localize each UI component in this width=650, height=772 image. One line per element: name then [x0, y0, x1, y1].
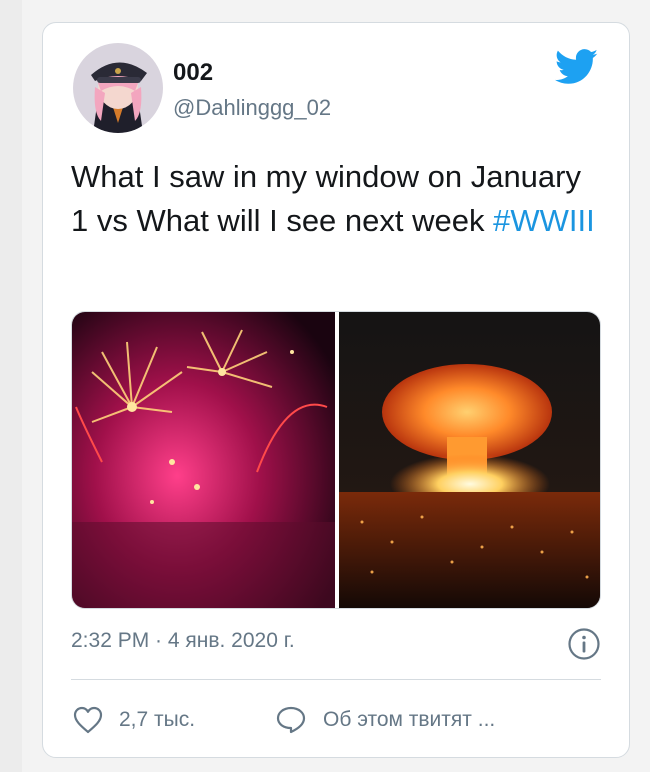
fireworks-image: [72, 312, 335, 608]
user-handle[interactable]: @Dahlinggg_02: [173, 95, 331, 121]
avatar[interactable]: [73, 43, 163, 133]
hashtag-link[interactable]: #WWIII: [493, 203, 595, 238]
divider: [71, 679, 601, 680]
discussion-link[interactable]: Об этом твитят ...: [275, 705, 495, 735]
info-icon[interactable]: [567, 627, 601, 661]
display-name[interactable]: 002: [173, 59, 213, 87]
like-button[interactable]: 2,7 тыс.: [73, 705, 195, 735]
tweet-timestamp[interactable]: 2:32 PM · 4 янв. 2020 г.: [71, 629, 295, 653]
explosion-image: [339, 312, 600, 608]
tweet-card: 002 @Dahlinggg_02 What I saw in my windo…: [42, 22, 630, 758]
discussion-label: Об этом твитят ...: [323, 708, 496, 731]
heart-icon: [73, 706, 103, 734]
tweet-text: What I saw in my window on January 1 vs …: [71, 155, 601, 243]
like-count: 2,7 тыс.: [119, 708, 196, 731]
page-background-strip: [0, 0, 22, 772]
speech-bubble-icon: [276, 706, 306, 734]
tweet-media[interactable]: [71, 311, 601, 609]
twitter-bird-icon[interactable]: [554, 49, 599, 85]
